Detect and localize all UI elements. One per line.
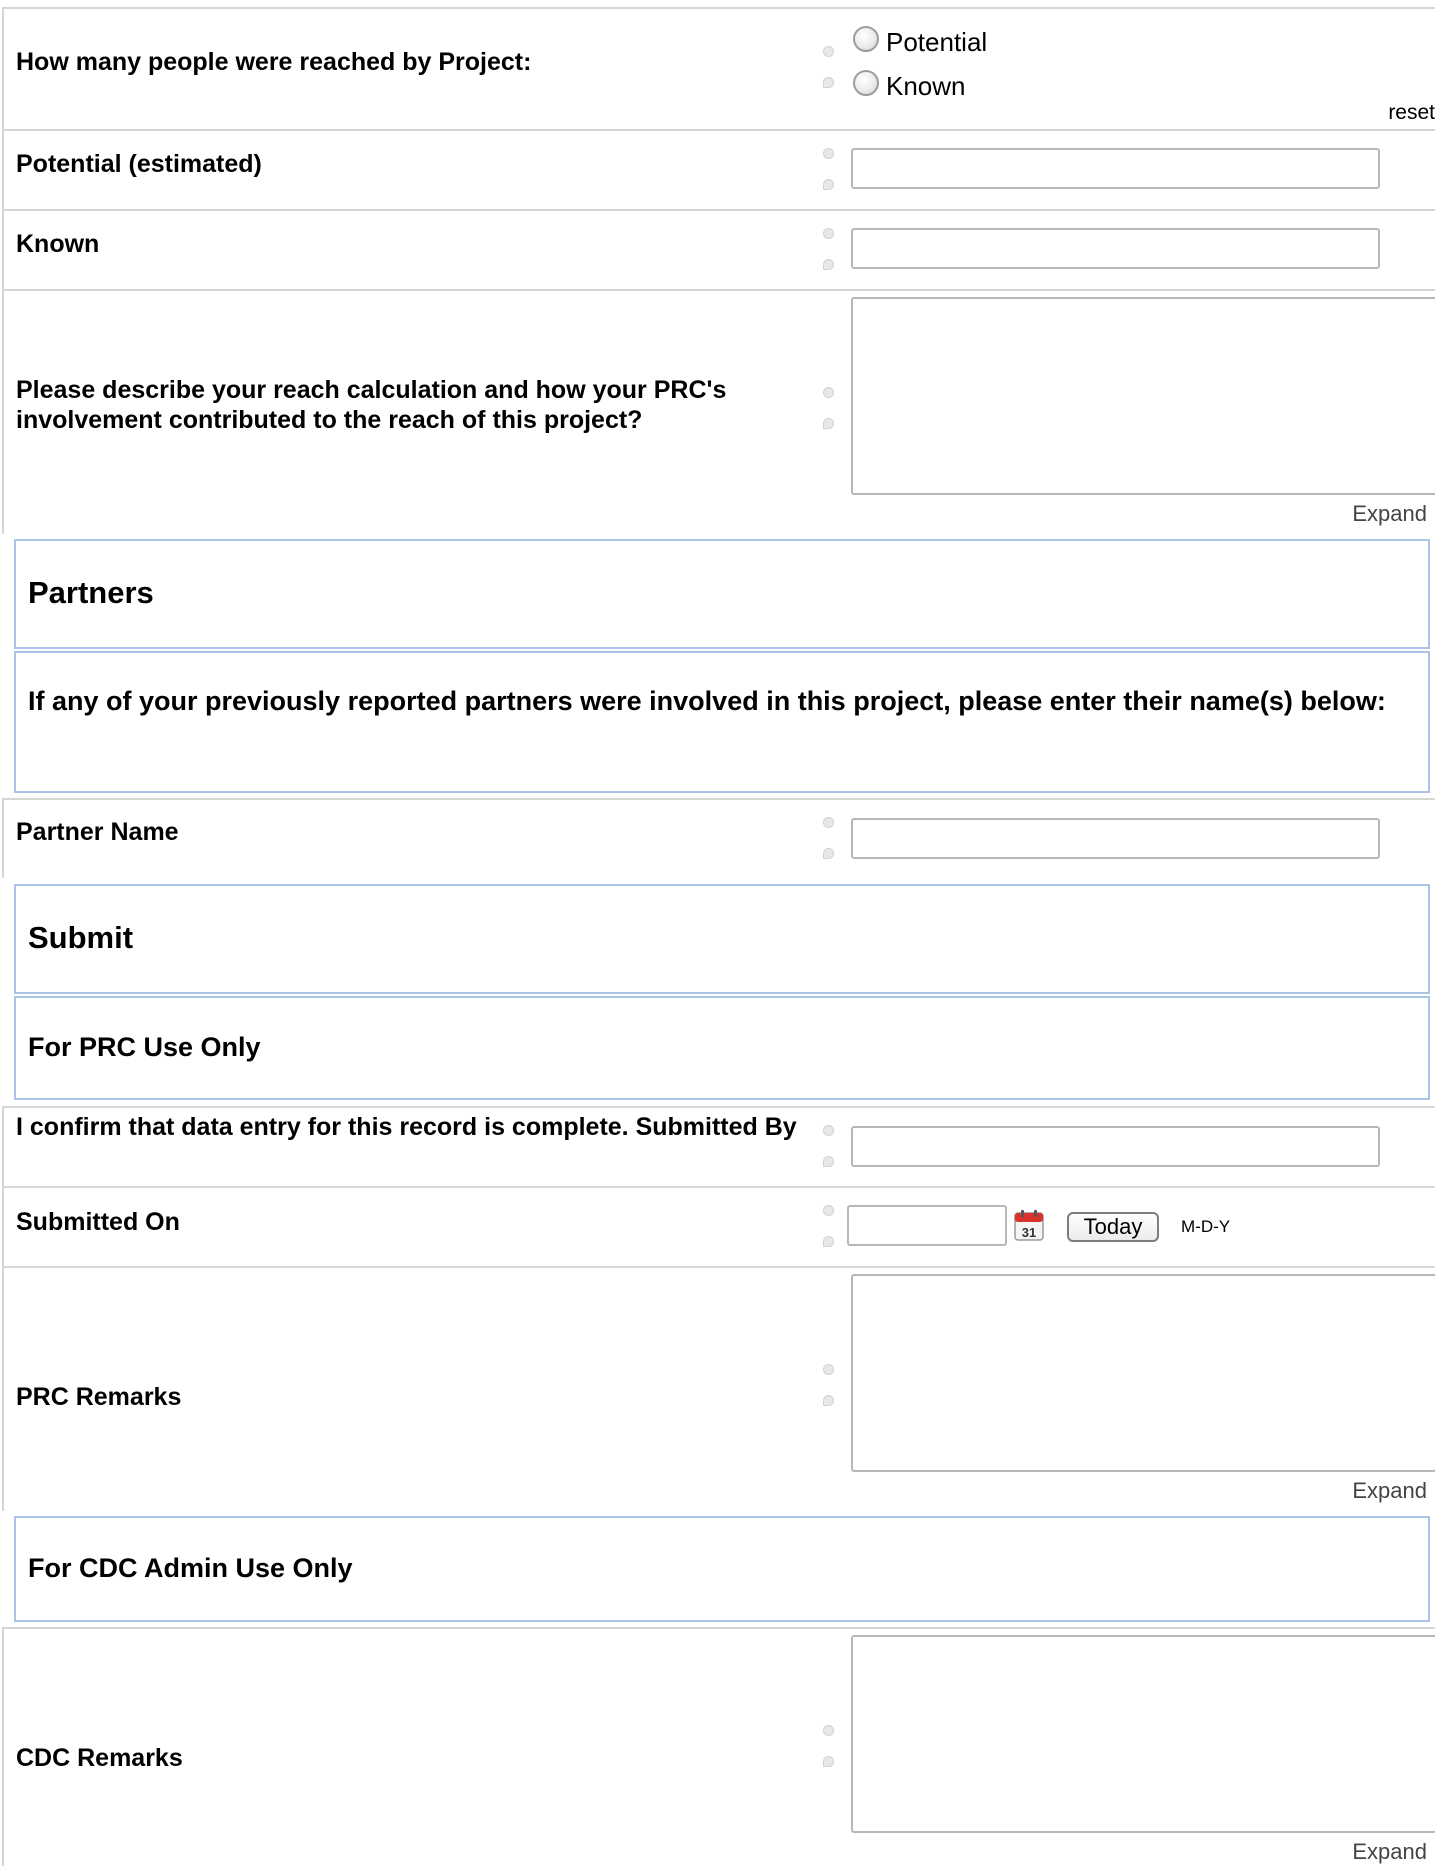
cdc-admin-heading: For CDC Admin Use Only <box>28 1553 353 1583</box>
comment-icon[interactable] <box>823 1156 834 1167</box>
history-icon[interactable] <box>823 228 834 239</box>
today-button[interactable]: Today <box>1067 1212 1159 1242</box>
comment-icon[interactable] <box>823 1756 834 1767</box>
expand-link[interactable]: Expand <box>1352 1839 1427 1865</box>
field-history <box>823 148 837 210</box>
history-icon[interactable] <box>823 1125 834 1136</box>
comment-icon[interactable] <box>823 259 834 270</box>
submitted-on-date-input[interactable] <box>847 1205 1007 1246</box>
cdc-remarks-textarea[interactable] <box>851 1635 1435 1833</box>
partner-name-label: Partner Name <box>16 818 179 846</box>
field-history <box>823 228 837 290</box>
known-radio[interactable] <box>853 70 879 96</box>
comment-icon[interactable] <box>823 418 834 429</box>
comment-icon[interactable] <box>823 77 834 88</box>
prc-remarks-row: PRC Remarks Expand <box>2 1266 1435 1511</box>
cdc-remarks-row: CDC Remarks Expand <box>2 1627 1435 1866</box>
history-icon[interactable] <box>823 1725 834 1736</box>
date-format-hint: M-D-Y <box>1181 1217 1231 1236</box>
potential-radio-label[interactable]: Potential <box>886 27 987 58</box>
partners-note-section: If any of your previously reported partn… <box>14 651 1430 793</box>
history-icon[interactable] <box>823 387 834 398</box>
potential-radio[interactable] <box>853 26 879 52</box>
reach-question-label: How many people were reached by Project: <box>16 48 532 76</box>
potential-input[interactable] <box>851 148 1380 189</box>
potential-row: Potential (estimated) <box>2 129 1435 209</box>
history-icon[interactable] <box>823 46 834 57</box>
prc-remarks-label: PRC Remarks <box>16 1383 182 1411</box>
potential-label: Potential (estimated) <box>16 150 262 178</box>
comment-icon[interactable] <box>823 848 834 859</box>
submitted-by-label: I confirm that data entry for this recor… <box>16 1113 797 1141</box>
comment-icon[interactable] <box>823 1395 834 1406</box>
survey-form: How many people were reached by Project:… <box>0 0 1435 1866</box>
partner-name-input[interactable] <box>851 818 1380 859</box>
expand-link[interactable]: Expand <box>1352 501 1427 527</box>
cdc-remarks-label: CDC Remarks <box>16 1744 183 1772</box>
field-history <box>823 46 837 108</box>
prc-use-only-section: For PRC Use Only <box>14 996 1430 1100</box>
partners-heading: Partners <box>28 575 154 610</box>
svg-text:31: 31 <box>1022 1225 1036 1240</box>
field-history <box>823 387 837 449</box>
field-history <box>823 1364 837 1426</box>
reset-link[interactable]: reset <box>1388 101 1435 125</box>
reach-description-textarea[interactable] <box>851 297 1435 495</box>
calendar-icon[interactable]: 31 <box>1014 1210 1044 1241</box>
submit-section-header: Submit <box>14 884 1430 994</box>
submit-heading: Submit <box>28 920 134 955</box>
comment-icon[interactable] <box>823 1236 834 1247</box>
field-history <box>823 1205 837 1267</box>
history-icon[interactable] <box>823 817 834 828</box>
known-input[interactable] <box>851 228 1380 269</box>
expand-link[interactable]: Expand <box>1352 1478 1427 1504</box>
comment-icon[interactable] <box>823 179 834 190</box>
reach-description-label: Please describe your reach calculation a… <box>16 376 727 434</box>
reach-description-row: Please describe your reach calculation a… <box>2 289 1435 534</box>
submitted-by-input[interactable] <box>851 1126 1380 1167</box>
cdc-admin-section: For CDC Admin Use Only <box>14 1516 1430 1622</box>
field-history <box>823 817 837 879</box>
partner-name-row: Partner Name <box>2 798 1435 878</box>
partners-note: If any of your previously reported partn… <box>28 686 1386 716</box>
history-icon[interactable] <box>823 148 834 159</box>
prc-remarks-textarea[interactable] <box>851 1274 1435 1472</box>
partners-section-header: Partners <box>14 539 1430 649</box>
reach-question-row: How many people were reached by Project:… <box>2 7 1435 129</box>
known-radio-label[interactable]: Known <box>886 71 966 102</box>
field-history <box>823 1125 837 1187</box>
field-history <box>823 1725 837 1787</box>
prc-use-only-heading: For PRC Use Only <box>28 1032 261 1062</box>
history-icon[interactable] <box>823 1364 834 1375</box>
submitted-by-row: I confirm that data entry for this recor… <box>2 1106 1435 1186</box>
known-label: Known <box>16 230 100 258</box>
history-icon[interactable] <box>823 1205 834 1216</box>
submitted-on-label: Submitted On <box>16 1208 180 1236</box>
known-row: Known <box>2 209 1435 289</box>
